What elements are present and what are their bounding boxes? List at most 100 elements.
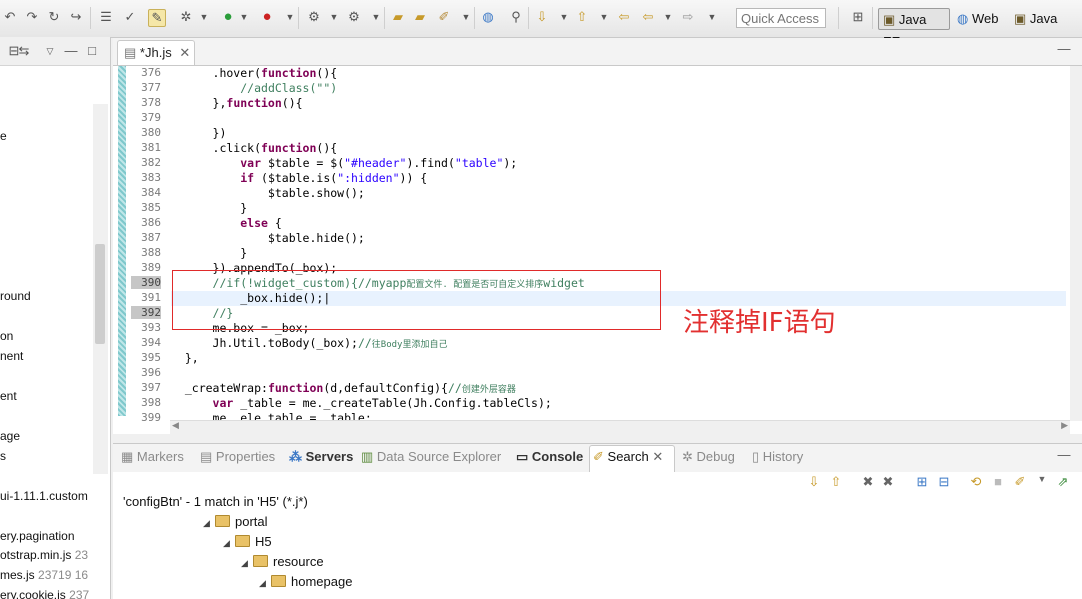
back-icon[interactable]: ↷ xyxy=(24,9,40,25)
open-perspective-icon[interactable]: ⊞ xyxy=(850,9,866,25)
list-item[interactable]: ent xyxy=(0,389,17,403)
mark-occurrences-icon[interactable]: ✎ xyxy=(148,9,166,27)
brush-dropdown-icon[interactable]: ▼ xyxy=(458,9,474,25)
item-label: ery.pagination xyxy=(0,529,75,543)
perspective-java[interactable]: ▣ Java xyxy=(1010,8,1072,30)
expand-icon[interactable]: ◢ xyxy=(223,538,235,549)
globe-icon[interactable]: ◍ xyxy=(480,9,496,25)
search-tool-icon[interactable]: ⚲ xyxy=(508,9,524,25)
expand-icon[interactable]: ◢ xyxy=(203,518,215,529)
tab-jh-js[interactable]: ▤ *Jh.js ✕ xyxy=(117,40,195,65)
list-item[interactable]: ui-1.11.1.custom xyxy=(0,489,88,503)
new-wizard-icon[interactable]: ⚙ xyxy=(346,9,362,25)
link-editor-icon[interactable]: ⇆ xyxy=(16,43,32,59)
forward-nav-dropdown-icon[interactable]: ▼ xyxy=(704,9,720,25)
list-item[interactable]: on xyxy=(0,329,13,343)
tab-data-source-explorer[interactable]: ▥ Data Source Explorer xyxy=(361,449,501,465)
last-edit-icon[interactable]: ⇦ xyxy=(616,9,632,25)
tab-debug[interactable]: ✲ Debug xyxy=(682,449,735,465)
brush-icon[interactable]: ✐ xyxy=(436,9,452,25)
open-type-icon[interactable]: ▰ xyxy=(412,9,428,25)
list-item[interactable]: e xyxy=(0,129,7,143)
tab-properties[interactable]: ▤ Properties xyxy=(200,449,275,465)
tree-node-portal[interactable]: ◢ portal xyxy=(203,514,268,529)
undo-icon[interactable]: ↶ xyxy=(2,9,18,25)
close-icon[interactable]: ✕ xyxy=(179,45,190,60)
tree-node-h5[interactable]: ◢ H5 xyxy=(223,534,272,549)
tab-history[interactable]: ▯ History xyxy=(752,449,803,465)
scroll-right-icon[interactable]: ▶ xyxy=(1061,420,1068,431)
tree-node-homepage[interactable]: ◢ homepage xyxy=(259,574,352,589)
back-nav-icon[interactable]: ⇦ xyxy=(640,9,656,25)
run-dropdown-icon[interactable]: ▼ xyxy=(236,9,252,25)
list-item[interactable]: ery.pagination xyxy=(0,529,75,543)
line-number: 399 xyxy=(141,411,161,424)
tab-markers[interactable]: ▦ Markers xyxy=(121,449,184,465)
left-scrollbar[interactable] xyxy=(93,104,108,474)
scroll-left-icon[interactable]: ◀ xyxy=(172,420,179,431)
redo-icon[interactable]: ↻ xyxy=(46,9,62,25)
minimize-icon[interactable]: — xyxy=(1056,41,1072,57)
minimize-icon[interactable]: — xyxy=(63,43,79,59)
perspective-java-ee[interactable]: ▣ Java EE xyxy=(878,8,950,49)
scrollbar-thumb[interactable] xyxy=(95,244,105,344)
quick-access-input[interactable] xyxy=(736,8,826,28)
view-menu-icon[interactable]: ▽ xyxy=(42,43,58,59)
code-editor[interactable]: 376 377 378 379 380 381 382 383 384 385 386 387 388 3… xyxy=(113,66,1082,434)
expand-icon[interactable]: ◢ xyxy=(259,578,271,589)
next-match-icon[interactable]: ⇩ xyxy=(806,474,822,490)
tab-servers[interactable]: ⁂ Servers xyxy=(289,449,353,465)
forward-icon[interactable]: ↪ xyxy=(68,9,84,25)
line-number: 388 xyxy=(141,246,161,259)
new-server-icon[interactable]: ⚙ xyxy=(306,9,322,25)
remove-match-icon[interactable]: ✖ xyxy=(860,474,876,490)
forward-nav-icon[interactable]: ⇨ xyxy=(680,9,696,25)
next-annotation-icon[interactable]: ⇩ xyxy=(534,9,550,25)
close-icon[interactable]: ✕ xyxy=(652,449,663,464)
minimize-icon[interactable]: — xyxy=(1056,447,1072,463)
external-tools-dropdown-icon[interactable]: ▼ xyxy=(282,9,298,25)
open-folder-icon[interactable]: ▰ xyxy=(390,9,406,25)
tab-console[interactable]: ▭ Console xyxy=(516,449,583,465)
code-line: var $table = $("#header").find("table"); xyxy=(240,156,518,170)
perspective-web[interactable]: ◍ Web xyxy=(953,8,1008,30)
external-tools-icon[interactable]: ● xyxy=(259,9,275,25)
cancel-search-icon[interactable]: ■ xyxy=(990,474,1006,489)
editor-horizontal-scrollbar[interactable]: ◀ ▶ xyxy=(170,420,1070,434)
previous-match-icon[interactable]: ⇧ xyxy=(828,474,844,490)
list-item[interactable]: round xyxy=(0,289,31,303)
maximize-icon[interactable]: □ xyxy=(84,43,100,59)
previous-annotation-icon[interactable]: ⇧ xyxy=(574,9,590,25)
new-wizard-dropdown-icon[interactable]: ▼ xyxy=(368,9,384,25)
list-item[interactable]: age xyxy=(0,429,20,443)
tree-node-resource[interactable]: ◢ resource xyxy=(241,554,324,569)
search-history-icon[interactable]: ✐ xyxy=(1012,474,1028,490)
expand-all-icon[interactable]: ⊞ xyxy=(914,474,930,490)
pin-view-icon[interactable]: ⇗ xyxy=(1055,474,1071,490)
search-history-dropdown-icon[interactable]: ▼ xyxy=(1034,474,1050,484)
tab-search[interactable]: ✐ Search ✕ xyxy=(593,449,663,465)
collapse-all-icon[interactable]: ⊟ xyxy=(936,474,952,490)
debug-dropdown-icon[interactable]: ▼ xyxy=(196,9,212,25)
list-item[interactable]: s xyxy=(0,449,6,463)
list-item[interactable]: nent xyxy=(0,349,23,363)
debug-icon[interactable]: ✲ xyxy=(178,9,194,25)
tab-label: History xyxy=(762,449,804,464)
previous-annotation-dropdown-icon[interactable]: ▼ xyxy=(596,9,612,25)
list-item[interactable]: otstrap.min.js 23 xyxy=(0,548,88,562)
list-icon[interactable]: ☰ xyxy=(98,9,114,25)
new-server-dropdown-icon[interactable]: ▼ xyxy=(326,9,342,25)
task-icon[interactable]: ✓ xyxy=(122,9,138,25)
list-item[interactable]: mes.js 23719 16 xyxy=(0,568,88,582)
expand-icon[interactable]: ◢ xyxy=(241,558,253,569)
remove-all-matches-icon[interactable]: ✖ xyxy=(880,474,896,490)
editor-vertical-scrollbar[interactable] xyxy=(1070,66,1082,421)
code-line: $table.show(); xyxy=(171,186,365,200)
refresh-icon[interactable]: ⟲ xyxy=(968,474,984,490)
code-line: } xyxy=(171,201,248,215)
run-icon[interactable]: ● xyxy=(220,9,236,25)
tab-label: Search xyxy=(607,449,649,464)
list-item[interactable]: ery.cookie.js 237 xyxy=(0,588,89,599)
back-nav-dropdown-icon[interactable]: ▼ xyxy=(660,9,676,25)
next-annotation-dropdown-icon[interactable]: ▼ xyxy=(556,9,572,25)
